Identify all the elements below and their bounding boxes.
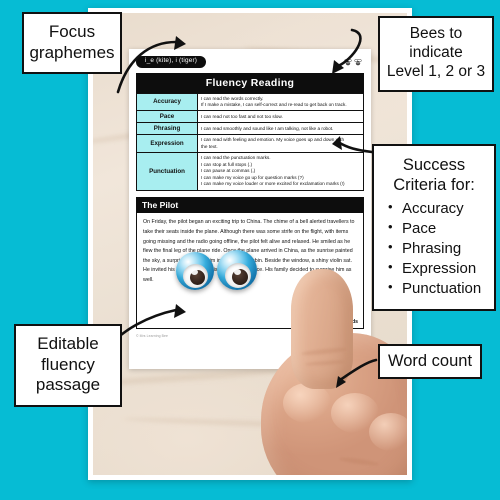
list-item: Pace — [388, 218, 488, 239]
screenshot-stage: i_e (kite), i (tiger) Fluency Reading Ac… — [0, 0, 500, 500]
photo-background: i_e (kite), i (tiger) Fluency Reading Ac… — [93, 13, 407, 475]
callout-editable-passage: Editable fluency passage — [14, 324, 122, 408]
callout-line: Success — [402, 156, 466, 174]
photo-card: i_e (kite), i (tiger) Fluency Reading Ac… — [88, 8, 412, 480]
criteria-description: I can read smoothly and sound like I am … — [197, 122, 364, 136]
criteria-line: If I make a mistake, I can self-correct … — [201, 101, 347, 107]
criteria-line: I can read with feeling and emotion. My … — [201, 137, 345, 143]
callout-line: Focus — [48, 22, 96, 41]
bee-icon — [354, 58, 362, 65]
table-row: Expression I can read with feeling and e… — [136, 134, 364, 154]
table-row: Phrasing I can read smoothly and sound l… — [136, 122, 364, 136]
criteria-line: I can read not too fast and not too slow… — [201, 113, 283, 119]
success-criteria-table: Accuracy I can read the words correctly.… — [136, 92, 364, 191]
success-criteria-list: Accuracy Pace Phrasing Expression Punctu… — [380, 198, 488, 299]
eye-glint — [191, 269, 198, 275]
criteria-description: I can read the punctuation marks. I can … — [197, 152, 364, 191]
knuckle — [283, 383, 331, 423]
eye-white — [225, 263, 251, 288]
callout-line: Editable — [37, 334, 99, 353]
callout-word-count: Word count — [378, 344, 482, 380]
googly-eye-left — [176, 252, 214, 290]
criteria-description: I can read not too fast and not too slow… — [197, 110, 364, 124]
criteria-label: Punctuation — [136, 152, 198, 191]
criteria-description: I can read with feeling and emotion. My … — [197, 134, 364, 154]
googly-eye-right — [217, 250, 257, 290]
eye-glint — [234, 269, 241, 275]
callout-success-criteria: Success Criteria for: Accuracy Pace Phra… — [372, 144, 496, 312]
criteria-line: I can read smoothly and sound like I am … — [201, 125, 334, 131]
list-item: Expression — [388, 258, 488, 279]
table-row: Punctuation I can read the punctuation m… — [136, 152, 364, 191]
word-count-label: 106 words — [332, 319, 358, 326]
callout-bees-level: Bees to indicate Level 1, 2 or 3 — [378, 16, 494, 92]
passage-title: The Pilot — [136, 196, 364, 214]
grapheme-focus-badge: i_e (kite), i (tiger) — [136, 56, 207, 68]
callout-line: Level 1, 2 or 3 — [386, 62, 486, 80]
criteria-label: Accuracy — [136, 92, 198, 112]
criteria-line: I can make my voice louder or more excit… — [201, 181, 345, 187]
callout-line: Word count — [387, 352, 473, 370]
fluency-reading-title: Fluency Reading — [136, 73, 364, 93]
criteria-line: the text. — [201, 143, 218, 149]
criteria-label: Expression — [136, 134, 198, 154]
skin-fold — [338, 456, 380, 467]
callout-line: Criteria for: — [393, 176, 475, 195]
criteria-description: I can read the words correctly. If I mak… — [197, 92, 364, 112]
callout-line: graphemes — [29, 42, 115, 62]
level-bees-group — [344, 58, 364, 66]
list-item: Phrasing — [388, 238, 488, 259]
worksheet-page: i_e (kite), i (tiger) Fluency Reading Ac… — [129, 49, 371, 369]
callout-line: Bees to — [409, 25, 463, 42]
wood-grain-streak — [122, 416, 384, 431]
list-item: Punctuation — [388, 278, 488, 299]
callout-line: indicate — [409, 43, 463, 61]
copyright-notice: © Mrs Learning Bee — [136, 334, 169, 339]
worksheet-header: i_e (kite), i (tiger) — [136, 55, 364, 69]
knuckle — [369, 413, 407, 451]
criteria-label: Phrasing — [136, 122, 198, 136]
criteria-label: Pace — [136, 110, 198, 124]
callout-line: passage — [35, 375, 101, 395]
eye-white — [183, 264, 208, 288]
list-item: Accuracy — [388, 198, 488, 219]
table-row: Accuracy I can read the words correctly.… — [136, 92, 364, 112]
callout-focus-graphemes: Focus graphemes — [22, 12, 122, 75]
callout-line: fluency — [41, 354, 95, 374]
table-row: Pace I can read not too fast and not too… — [136, 110, 364, 124]
bee-icon — [344, 58, 352, 65]
